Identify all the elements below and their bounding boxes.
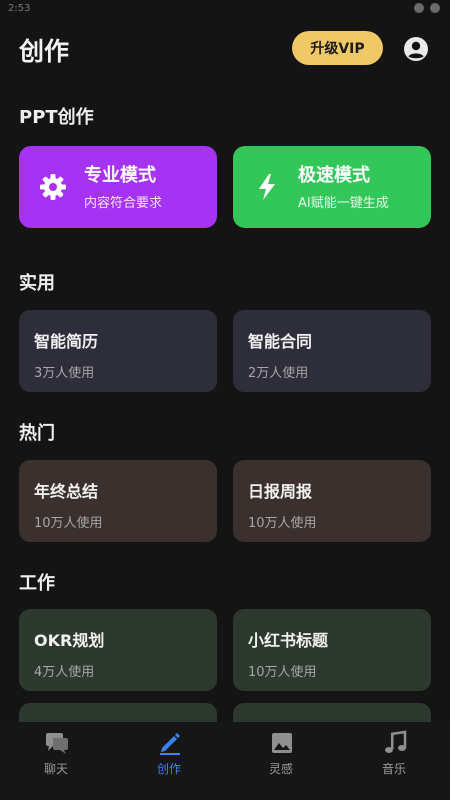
card-usage: 2万人使用 xyxy=(248,366,309,381)
card-title: 日报周报 xyxy=(248,482,313,501)
card-title: 智能简历 xyxy=(34,332,99,351)
nav-item-create[interactable]: 创作 xyxy=(113,722,225,800)
card-usage: 10万人使用 xyxy=(248,665,317,680)
wifi-icon xyxy=(414,3,424,13)
gear-icon xyxy=(40,174,66,200)
fast-mode-card[interactable]: 极速模式 AI赋能一键生成 xyxy=(233,146,431,228)
section-title-ppt: PPT创作 xyxy=(19,107,94,128)
status-icons xyxy=(414,3,440,13)
nav-label: 聊天 xyxy=(43,762,68,776)
bottom-nav: 聊天 创作 灵感 音乐 xyxy=(0,722,450,800)
section-title-practical: 实用 xyxy=(19,273,55,294)
nav-item-music[interactable]: 音乐 xyxy=(338,722,450,800)
nav-label: 灵感 xyxy=(268,762,293,776)
chat-icon xyxy=(46,733,68,754)
card-title: 年终总结 xyxy=(34,482,99,501)
contract-card[interactable]: 智能合同 2万人使用 xyxy=(233,310,431,392)
section-title-work: 工作 xyxy=(19,573,55,594)
resume-card[interactable]: 智能简历 3万人使用 xyxy=(19,310,217,392)
nav-item-chat[interactable]: 聊天 xyxy=(0,722,112,800)
mode-title: 极速模式 xyxy=(298,165,370,186)
okr-planning-card[interactable]: OKR规划 4万人使用 xyxy=(19,609,217,691)
card-usage: 10万人使用 xyxy=(34,516,103,531)
account-icon[interactable] xyxy=(403,36,429,62)
lightning-icon xyxy=(259,174,275,200)
battery-icon xyxy=(430,3,440,13)
status-time: 2:53 xyxy=(8,3,31,14)
daily-weekly-report-card[interactable]: 日报周报 10万人使用 xyxy=(233,460,431,542)
card-title: 智能合同 xyxy=(248,332,313,351)
card-title: OKR规划 xyxy=(34,631,105,650)
status-bar: 2:53 xyxy=(0,0,450,20)
section-title-popular: 热门 xyxy=(19,423,55,444)
year-end-summary-card[interactable]: 年终总结 10万人使用 xyxy=(19,460,217,542)
nav-item-inspiration[interactable]: 灵感 xyxy=(225,722,337,800)
image-icon xyxy=(272,733,292,753)
mode-description: 内容符合要求 xyxy=(84,196,163,211)
mode-description: AI赋能一键生成 xyxy=(298,196,389,211)
xiaohongshu-title-card[interactable]: 小红书标题 10万人使用 xyxy=(233,609,431,691)
upgrade-vip-button[interactable]: 升级VIP xyxy=(292,31,383,65)
nav-label: 创作 xyxy=(156,762,181,776)
mode-title: 专业模式 xyxy=(84,165,156,186)
nav-label: 音乐 xyxy=(381,762,406,776)
header: 创作 升级VIP xyxy=(0,24,450,74)
page-title: 创作 xyxy=(19,37,70,66)
professional-mode-card[interactable]: 专业模式 内容符合要求 xyxy=(19,146,217,228)
card-usage: 10万人使用 xyxy=(248,516,317,531)
card-usage: 4万人使用 xyxy=(34,665,95,680)
pencil-icon xyxy=(160,733,180,755)
music-icon xyxy=(385,730,407,753)
card-title: 小红书标题 xyxy=(248,631,329,650)
card-usage: 3万人使用 xyxy=(34,366,95,381)
